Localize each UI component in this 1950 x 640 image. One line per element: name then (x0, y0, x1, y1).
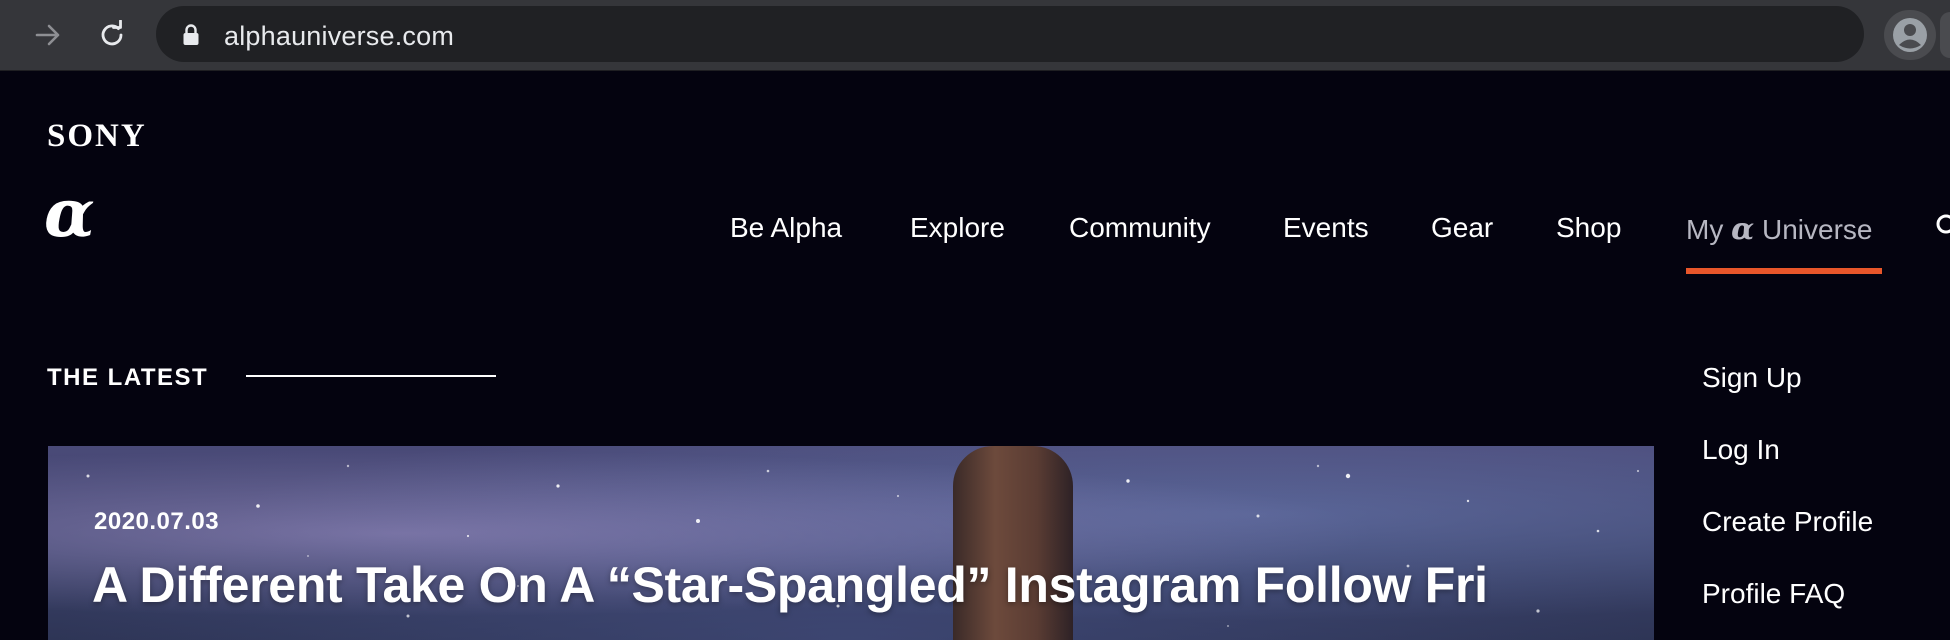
my-universe-suffix: Universe (1761, 214, 1873, 245)
sony-logo[interactable]: SONY (47, 118, 147, 155)
browser-toolbar: alphauniverse.com (0, 0, 1950, 71)
my-universe-prefix: My (1686, 214, 1724, 245)
url-text: alphauniverse.com (224, 21, 455, 51)
nav-my-alpha-universe[interactable]: My α Universe (1686, 212, 1872, 247)
extensions-edge[interactable] (1940, 12, 1950, 58)
nav-shop[interactable]: Shop (1556, 212, 1621, 244)
alpha-logo[interactable]: α (44, 180, 95, 246)
active-nav-underline (1686, 268, 1882, 274)
lock-icon (183, 24, 199, 45)
reload-icon (101, 20, 123, 46)
forward-button[interactable] (28, 15, 68, 55)
nav-gear[interactable]: Gear (1431, 212, 1493, 244)
profile-button[interactable] (1884, 10, 1936, 60)
dropdown-profile-faq[interactable]: Profile FAQ (1702, 578, 1845, 610)
my-universe-dropdown: Sign Up Log In Create Profile Profile FA… (1654, 336, 1950, 640)
user-avatar-icon (1893, 18, 1927, 52)
nav-be-alpha[interactable]: Be Alpha (730, 212, 842, 244)
dropdown-sign-up[interactable]: Sign Up (1702, 362, 1802, 394)
dropdown-create-profile[interactable]: Create Profile (1702, 506, 1873, 538)
featured-article-card[interactable]: 2020.07.03 A Different Take On A “Star-S… (48, 446, 1654, 640)
article-title[interactable]: A Different Take On A “Star-Spangled” In… (92, 556, 1488, 614)
reload-button[interactable] (92, 15, 132, 55)
nav-explore[interactable]: Explore (910, 212, 1005, 244)
nav-community[interactable]: Community (1069, 212, 1211, 244)
dropdown-log-in[interactable]: Log In (1702, 434, 1780, 466)
section-divider (246, 375, 496, 377)
section-heading-latest: THE LATEST (47, 364, 209, 391)
search-icon[interactable] (1934, 212, 1950, 242)
alpha-glyph: α (1731, 212, 1755, 247)
address-bar[interactable]: alphauniverse.com (156, 6, 1864, 62)
arrow-right-icon (35, 24, 60, 46)
article-date: 2020.07.03 (94, 508, 220, 535)
nav-events[interactable]: Events (1283, 212, 1369, 244)
